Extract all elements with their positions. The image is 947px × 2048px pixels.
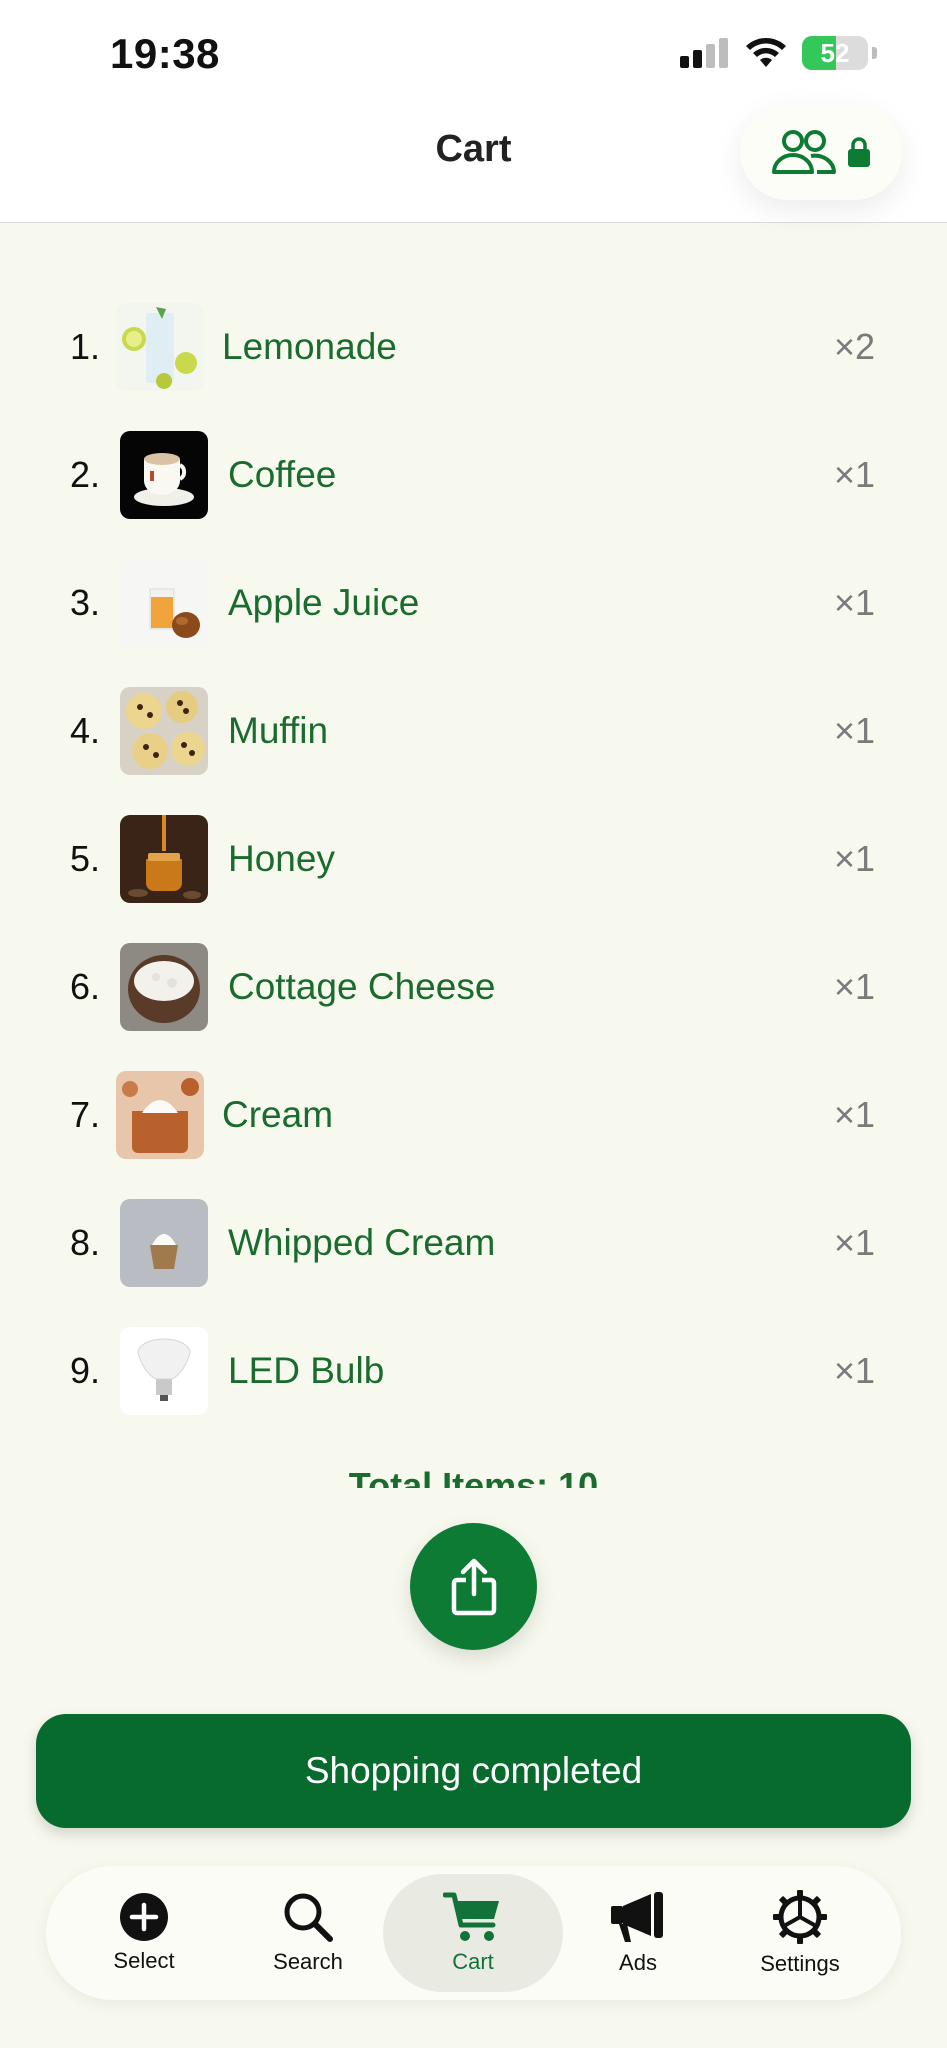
status-icons: 52 <box>680 36 877 70</box>
users-icon <box>772 130 836 174</box>
item-quantity: ×1 <box>833 1222 875 1263</box>
share-icon <box>451 1558 496 1615</box>
item-name: Cream <box>222 1094 334 1135</box>
led-bulb-thumbnail <box>120 1327 208 1415</box>
cart-item-row[interactable]: 2. Coffee ×1 <box>0 411 947 539</box>
shopping-completed-button[interactable]: Shopping completed <box>36 1714 911 1828</box>
tab-label: Select <box>113 1948 175 1973</box>
item-quantity: ×1 <box>833 454 875 495</box>
megaphone-icon <box>611 1892 663 1942</box>
item-quantity: ×2 <box>833 326 875 367</box>
tab-settings[interactable]: Settings <box>710 1874 890 1992</box>
tab-label: Ads <box>619 1950 657 1975</box>
cart-item-row[interactable]: 4. Muffin ×1 <box>0 667 947 795</box>
item-name: Cottage Cheese <box>228 966 496 1007</box>
cart-item-row[interactable]: 6. Cottage Cheese ×1 <box>0 923 947 1051</box>
item-name: Honey <box>228 838 335 879</box>
muffin-thumbnail <box>120 687 208 775</box>
item-name: LED Bulb <box>228 1350 385 1391</box>
lock-icon <box>848 137 870 167</box>
shared-users-button[interactable] <box>740 104 902 200</box>
apple-juice-thumbnail <box>120 559 208 647</box>
item-name: Coffee <box>228 454 337 495</box>
honey-thumbnail <box>120 815 208 903</box>
cart-item-list[interactable]: 1. Lemonade ×2 2. Coffee ×1 3. Apple Jui… <box>0 283 947 1488</box>
cart-item-row[interactable]: 1. Lemonade ×2 <box>0 283 947 411</box>
whipped-cream-thumbnail <box>120 1199 208 1287</box>
lemonade-thumbnail <box>116 303 204 391</box>
item-quantity: ×1 <box>833 1094 875 1135</box>
item-quantity: ×1 <box>833 582 875 623</box>
battery-percent: 52 <box>820 37 850 68</box>
cart-screen: 19:38 52 Cart 1. Lemonade ×2 2. Coffee ×… <box>0 0 947 2048</box>
coffee-thumbnail <box>120 431 208 519</box>
item-quantity: ×1 <box>833 838 875 879</box>
tab-bar: Select Search Cart Ads Settings <box>46 1866 901 2000</box>
total-items-label: Total Items: 10 <box>348 1465 599 1488</box>
cart-item-row[interactable]: 8. Whipped Cream ×1 <box>0 1179 947 1307</box>
cart-item-row[interactable]: 5. Honey ×1 <box>0 795 947 923</box>
status-time: 19:38 <box>110 30 220 77</box>
tab-label: Search <box>273 1949 343 1974</box>
cottage-cheese-thumbnail <box>120 943 208 1031</box>
item-name: Apple Juice <box>228 582 420 623</box>
tab-label: Settings <box>760 1951 840 1976</box>
battery-cap <box>872 47 877 59</box>
tab-select[interactable]: Select <box>54 1874 234 1992</box>
search-icon <box>284 1893 333 1942</box>
cart-item-row[interactable]: 7. Cream ×1 <box>0 1051 947 1179</box>
tab-label: Cart <box>452 1949 494 1974</box>
cart-item-row[interactable]: 3. Apple Juice ×1 <box>0 539 947 667</box>
tab-cart[interactable]: Cart <box>383 1874 563 1992</box>
item-name: Muffin <box>228 710 329 751</box>
cream-thumbnail <box>116 1071 204 1159</box>
tab-search[interactable]: Search <box>218 1874 398 1992</box>
item-name: Lemonade <box>222 326 397 367</box>
share-button[interactable] <box>410 1523 537 1650</box>
gear-icon <box>773 1890 827 1944</box>
battery-indicator: 52 <box>802 36 868 70</box>
cellular-signal-icon <box>680 38 728 68</box>
tab-ads[interactable]: Ads <box>548 1874 728 1992</box>
item-quantity: ×1 <box>833 1350 875 1391</box>
wifi-icon <box>746 38 786 67</box>
plus-circle-icon <box>120 1893 168 1941</box>
top-bar: 19:38 52 Cart <box>0 0 947 223</box>
item-quantity: ×1 <box>833 966 875 1007</box>
cart-icon <box>443 1892 499 1941</box>
item-quantity: ×1 <box>833 710 875 751</box>
item-name: Whipped Cream <box>228 1222 496 1263</box>
cart-item-row[interactable]: 9. LED Bulb ×1 <box>0 1307 947 1435</box>
